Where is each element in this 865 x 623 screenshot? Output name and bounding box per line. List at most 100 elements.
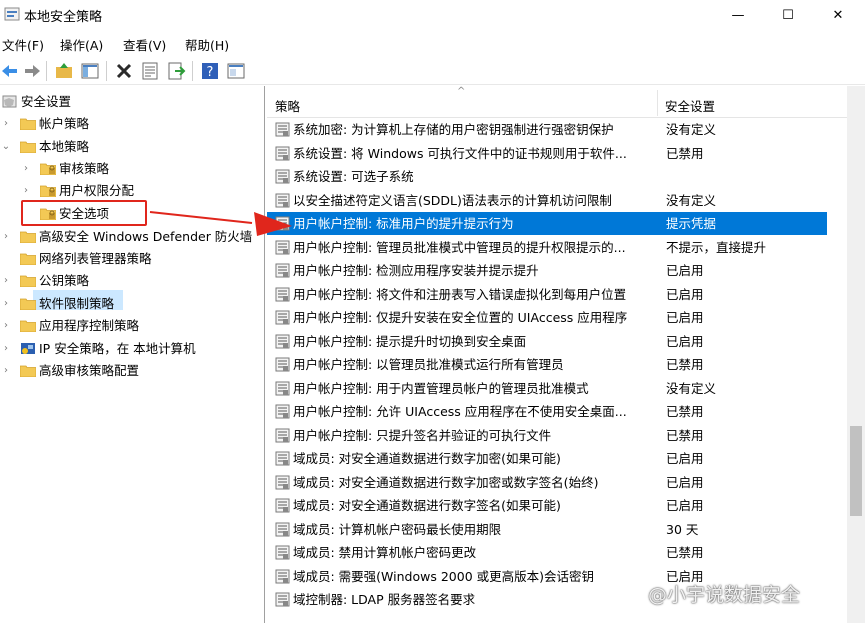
tree-node[interactable]: › IP 安全策略，在 本地计算机 [0, 338, 264, 360]
chevron-right-icon[interactable]: › [0, 270, 12, 292]
properties-icon[interactable] [140, 61, 160, 81]
policy-icon [275, 498, 290, 513]
menu-file[interactable]: 文件(F) [2, 35, 44, 54]
folder-icon [20, 365, 36, 377]
column-header-setting[interactable]: 安全设置 [665, 96, 715, 115]
policy-setting: 已启用 [666, 474, 704, 490]
chevron-right-icon[interactable]: › [0, 338, 12, 360]
folder-icon [40, 185, 56, 197]
up-folder-icon[interactable] [54, 61, 74, 81]
minimize-icon: — [731, 7, 745, 23]
chevron-right-icon[interactable]: › [0, 360, 12, 382]
tree-node[interactable]: › 审核策略 [0, 158, 264, 180]
tree-node[interactable]: › 应用程序控制策略 [0, 315, 264, 337]
policy-name: 用户帐户控制: 标准用户的提升提示行为 [293, 216, 514, 231]
chevron-right-icon[interactable]: › [0, 113, 12, 135]
tree-node-label: 公钥策略 [39, 273, 90, 288]
chevron-down-icon[interactable]: ⌄ [0, 136, 12, 158]
list-header: ^ 策略 安全设置 [267, 86, 847, 118]
policy-setting: 没有定义 [666, 192, 717, 208]
tree-node[interactable]: ⌄ 本地策略 [0, 136, 264, 158]
help-icon[interactable]: ? [200, 61, 220, 81]
policy-setting: 没有定义 [666, 380, 717, 396]
chevron-right-icon[interactable]: › [20, 158, 32, 180]
policy-icon [275, 193, 290, 207]
table-row[interactable]: 用户帐户控制: 提示提升时切换到安全桌面 已启用 [267, 330, 827, 353]
folder-icon [20, 298, 36, 310]
policy-name: 域成员: 禁用计算机帐户密码更改 [293, 545, 477, 560]
table-row[interactable]: 用户帐户控制: 检测应用程序安装并提示提升 已启用 [267, 259, 827, 282]
delete-icon[interactable] [114, 61, 134, 81]
back-icon[interactable] [0, 61, 20, 81]
forward-icon[interactable] [22, 61, 42, 81]
table-row[interactable]: 用户帐户控制: 以管理员批准模式运行所有管理员 已禁用 [267, 353, 827, 376]
table-row[interactable]: 域成员: 对安全通道数据进行数字加密(如果可能) 已启用 [267, 447, 827, 470]
policy-name: 系统设置: 将 Windows 可执行文件中的证书规则用于软件... [293, 145, 627, 161]
minimize-button[interactable]: — [715, 0, 761, 30]
tree-node[interactable]: 网络列表管理器策略 [0, 248, 264, 270]
policy-name: 系统设置: 可选子系统 [293, 169, 414, 184]
table-row[interactable]: 用户帐户控制: 仅提升安装在安全位置的 UIAccess 应用程序 已启用 [267, 306, 827, 329]
menu-bar: 文件(F) 操作(A) 查看(V) 帮助(H) [0, 32, 865, 54]
table-row[interactable]: 用户帐户控制: 允许 UIAccess 应用程序在不使用安全桌面... 已禁用 [267, 400, 827, 423]
scrollbar-thumb[interactable] [850, 426, 862, 516]
tree-node-label: 本地策略 [39, 139, 90, 154]
tree-node[interactable]: 安全设置 [0, 91, 264, 113]
window-title: 本地安全策略 [24, 10, 103, 25]
chevron-right-icon[interactable]: › [0, 315, 12, 337]
policy-setting: 已禁用 [666, 545, 704, 560]
menu-view[interactable]: 查看(V) [123, 35, 166, 54]
table-row[interactable]: 域成员: 对安全通道数据进行数字加密或数字签名(始终) 已启用 [267, 471, 827, 494]
menu-help[interactable]: 帮助(H) [185, 35, 229, 54]
policy-icon [275, 381, 290, 395]
policy-setting: 已禁用 [666, 404, 704, 419]
policy-icon [275, 545, 290, 560]
title-bar: 本地安全策略 — ☐ ✕ [0, 0, 865, 30]
table-row[interactable]: 以安全描述符定义语言(SDDL)语法表示的计算机访问限制 没有定义 [267, 189, 827, 212]
table-row[interactable]: 域成员: 禁用计算机帐户密码更改 已禁用 [267, 541, 827, 564]
table-row[interactable]: 用户帐户控制: 将文件和注册表写入错误虚拟化到每用户位置 已启用 [267, 283, 827, 306]
policy-name: 域成员: 计算机帐户密码最长使用期限 [293, 521, 502, 537]
folder-icon [20, 231, 36, 243]
tree-node[interactable]: › 帐户策略 [0, 113, 264, 135]
folder-icon [20, 320, 36, 332]
tree-node[interactable]: › 用户权限分配 [0, 180, 264, 202]
tree-node-label: 高级审核策略配置 [39, 363, 140, 378]
table-row[interactable]: 域成员: 对安全通道数据进行数字签名(如果可能) 已启用 [267, 494, 827, 517]
column-header-policy[interactable]: 策略 [275, 96, 300, 115]
column-divider[interactable] [657, 90, 658, 116]
table-row[interactable]: 用户帐户控制: 只提升签名并验证的可执行文件 已禁用 [267, 424, 827, 447]
maximize-button[interactable]: ☐ [765, 0, 811, 30]
table-row[interactable]: 用户帐户控制: 用于内置管理员帐户的管理员批准模式 没有定义 [267, 377, 827, 400]
policy-name: 域控制器: LDAP 服务器签名要求 [293, 592, 476, 607]
chevron-right-icon[interactable]: › [0, 293, 12, 315]
annotation-box [21, 200, 147, 226]
close-button[interactable]: ✕ [815, 0, 861, 30]
policy-name: 用户帐户控制: 管理员批准模式中管理员的提升权限提示的... [293, 239, 626, 255]
policy-icon [275, 475, 290, 489]
table-row[interactable]: 用户帐户控制: 标准用户的提升提示行为 提示凭据 [267, 212, 827, 236]
tree-node[interactable]: › 公钥策略 [0, 270, 264, 292]
tree-node[interactable]: › 高级审核策略配置 [0, 360, 264, 382]
tree-node[interactable]: › 高级安全 Windows Defender 防火墙 [0, 226, 264, 248]
policy-name: 以安全描述符定义语言(SDDL)语法表示的计算机访问限制 [293, 192, 612, 208]
menu-action[interactable]: 操作(A) [60, 35, 103, 54]
tree-node[interactable]: › 软件限制策略 [0, 293, 264, 315]
show-tree-icon[interactable] [80, 61, 100, 81]
console-icon[interactable] [226, 61, 246, 81]
chevron-right-icon[interactable]: › [0, 226, 12, 248]
table-row[interactable]: 域成员: 计算机帐户密码最长使用期限 30 天 [267, 518, 827, 541]
table-row[interactable]: 系统设置: 将 Windows 可执行文件中的证书规则用于软件... 已禁用 [267, 142, 827, 165]
chevron-right-icon[interactable]: › [20, 180, 32, 202]
table-row[interactable]: 系统加密: 为计算机上存储的用户密钥强制进行强密钥保护 没有定义 [267, 118, 827, 141]
export-icon[interactable] [166, 61, 186, 81]
policy-setting: 已启用 [666, 310, 704, 325]
toolbar: ? [0, 57, 865, 85]
policy-icon [275, 146, 290, 160]
tree-node-label: 用户权限分配 [59, 183, 135, 198]
policy-icon [275, 592, 290, 607]
table-row[interactable]: 用户帐户控制: 管理员批准模式中管理员的提升权限提示的... 不提示，直接提升 [267, 236, 827, 259]
vertical-scrollbar[interactable] [847, 86, 865, 623]
table-row[interactable]: 系统设置: 可选子系统 [267, 165, 827, 188]
policy-icon [275, 569, 290, 583]
